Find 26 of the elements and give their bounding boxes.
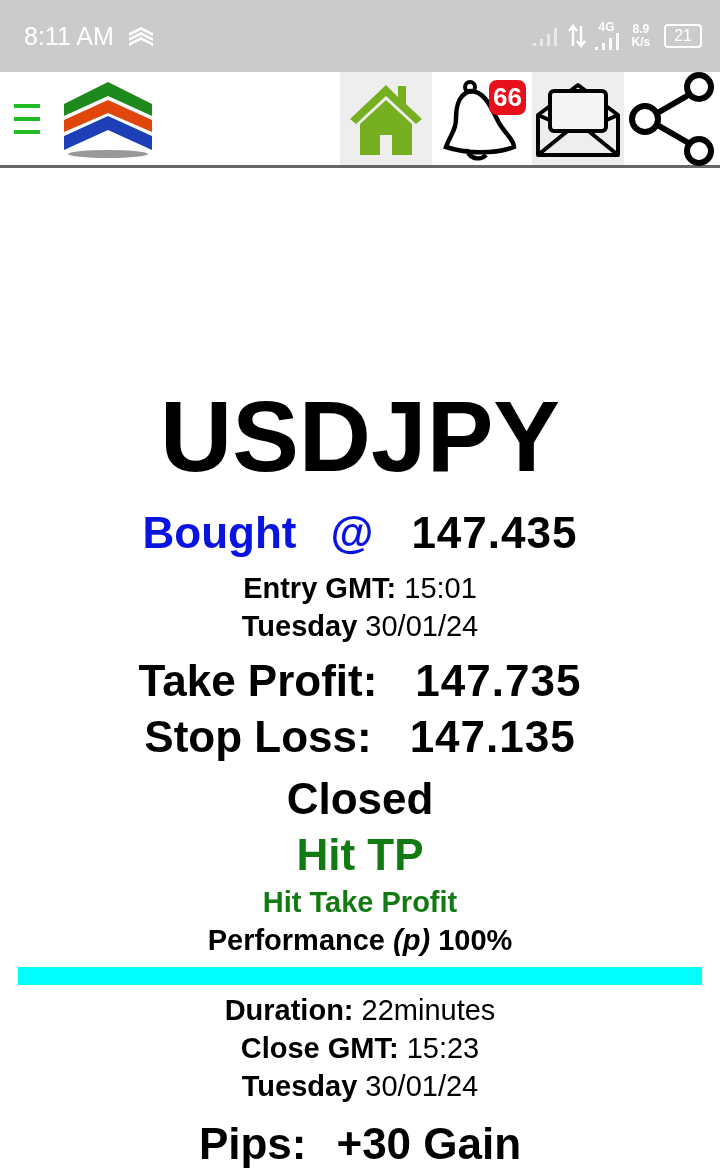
currency-pair: USDJPY xyxy=(159,386,561,486)
trade-direction: Bought xyxy=(142,507,297,559)
trade-result: Hit TP xyxy=(296,829,424,881)
entry-price: 147.435 xyxy=(411,507,578,559)
stop-loss-value: 147.135 xyxy=(409,711,576,763)
entry-time: Entry GMT: 15:01 xyxy=(243,571,477,606)
data-arrows-icon xyxy=(567,24,586,48)
at-sign: @ xyxy=(330,507,374,559)
menu-icon[interactable] xyxy=(14,101,40,136)
app-notification-icon xyxy=(127,25,154,47)
signal-icon xyxy=(593,33,620,51)
take-profit-value: 147.735 xyxy=(415,655,582,707)
close-time: Close GMT: 15:23 xyxy=(240,1031,480,1066)
close-date: Tuesday 30/01/24 xyxy=(241,1069,479,1104)
result-detail: Hit Take Profit xyxy=(262,885,458,920)
pips-label: Pips: xyxy=(198,1118,307,1168)
stop-loss-label: Stop Loss: xyxy=(144,711,372,763)
take-profit-label: Take Profit: xyxy=(138,655,378,707)
duration: Duration: 22minutes xyxy=(224,993,496,1028)
trade-status: Closed xyxy=(286,773,434,825)
performance: Performance (p) 100% xyxy=(207,923,513,958)
entry-date: Tuesday 30/01/24 xyxy=(241,609,479,644)
signal-icon xyxy=(531,25,560,47)
notification-count-badge: 66 xyxy=(489,80,526,115)
pips-value: +30 Gain xyxy=(336,1118,522,1168)
messages-button[interactable] xyxy=(532,72,624,165)
